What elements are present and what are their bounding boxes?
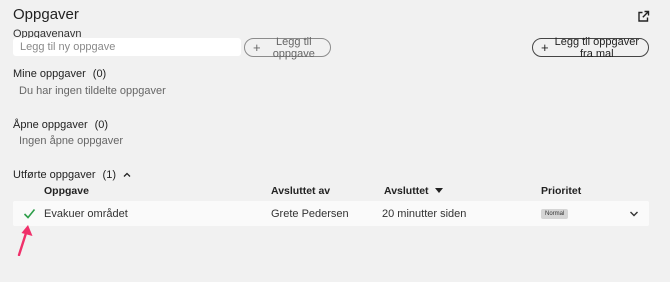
check-icon [23, 208, 36, 219]
completed-by: Grete Pedersen [271, 208, 349, 220]
completed-time: 20 minutter siden [382, 208, 467, 220]
completed-tasks-count: (1) [102, 169, 116, 181]
task-name: Evakuer området [44, 208, 128, 220]
external-link-icon[interactable] [637, 10, 650, 23]
add-from-template-button[interactable]: + Legg til oppgaver fra mal [532, 35, 649, 60]
my-tasks-heading: Mine oppgaver (0) [13, 68, 106, 80]
completed-tasks-toggle[interactable]: Utførte oppgaver (1) [13, 169, 131, 181]
my-tasks-title: Mine oppgaver [13, 68, 86, 80]
open-tasks-heading: Åpne oppgaver (0) [13, 119, 108, 131]
annotation-arrow-icon [17, 225, 33, 256]
plus-icon: + [541, 40, 549, 55]
sort-descending-icon [434, 188, 443, 193]
column-completed[interactable]: Avsluttet [384, 185, 443, 197]
chevron-down-icon[interactable] [629, 209, 639, 219]
column-priority: Prioritet [541, 185, 582, 197]
open-tasks-count: (0) [94, 119, 109, 131]
add-task-button[interactable]: + Legg til oppgave [244, 35, 331, 60]
table-row[interactable]: Evakuer området Grete Pedersen 20 minutt… [13, 201, 649, 226]
open-tasks-empty: Ingen åpne oppgaver [19, 135, 123, 147]
my-tasks-empty: Du har ingen tildelte oppgaver [19, 85, 166, 97]
new-task-input[interactable] [13, 38, 241, 56]
add-from-template-label: Legg til oppgaver fra mal [554, 35, 639, 60]
my-tasks-count: (0) [92, 68, 107, 80]
page-title: Oppgaver [13, 6, 79, 23]
chevron-up-icon [123, 172, 131, 177]
plus-icon: + [253, 40, 261, 55]
column-completed-label: Avsluttet [384, 185, 429, 197]
open-tasks-title: Åpne oppgaver [13, 119, 88, 131]
column-task: Oppgave [44, 185, 89, 197]
column-completed-by: Avsluttet av [271, 185, 331, 197]
completed-tasks-title: Utførte oppgaver [13, 169, 96, 181]
add-task-label: Legg til oppgave [272, 35, 315, 60]
priority-badge: Normal [541, 209, 569, 219]
